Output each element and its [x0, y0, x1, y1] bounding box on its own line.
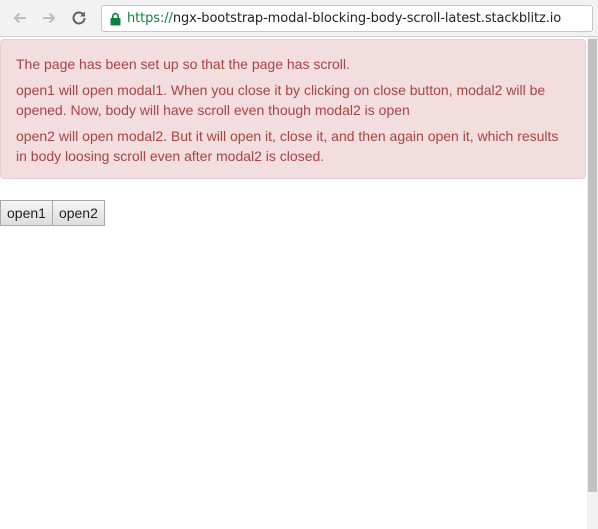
forward-arrow-icon: [43, 12, 56, 24]
reload-icon: [72, 11, 86, 25]
browser-toolbar: https://ngx-bootstrap-modal-blocking-bod…: [0, 0, 598, 37]
url-text: https://ngx-bootstrap-modal-blocking-bod…: [127, 11, 561, 26]
url-scheme: https://: [127, 11, 173, 26]
alert-danger: The page has been set up so that the pag…: [0, 39, 586, 179]
forward-button[interactable]: [37, 6, 61, 30]
button-group: open1 open2: [0, 200, 105, 226]
alert-line-scroll-setup: The page has been set up so that the pag…: [16, 56, 350, 72]
scrollbar-thumb[interactable]: [588, 39, 597, 492]
open2-button[interactable]: open2: [51, 200, 105, 226]
back-arrow-icon: [13, 12, 26, 24]
lock-icon: [110, 12, 121, 25]
address-bar[interactable]: https://ngx-bootstrap-modal-blocking-bod…: [101, 5, 593, 32]
url-host: ngx-bootstrap-modal-blocking-body-scroll…: [172, 11, 562, 26]
open1-button[interactable]: open1: [0, 200, 53, 226]
vertical-scrollbar[interactable]: [587, 37, 598, 529]
reload-button[interactable]: [67, 6, 91, 30]
back-button[interactable]: [8, 6, 32, 30]
page-viewport: The page has been set up so that the pag…: [0, 37, 587, 529]
alert-line-open2: open2 will open modal2. But it will open…: [16, 128, 559, 164]
alert-line-open1: open1 will open modal1. When you close i…: [16, 82, 546, 118]
